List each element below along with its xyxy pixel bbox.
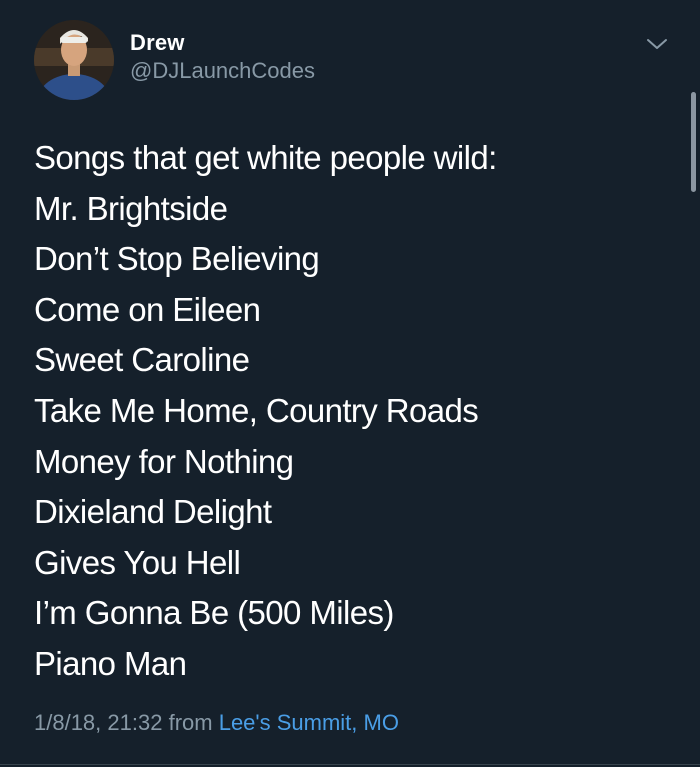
chevron-down-icon[interactable] <box>645 36 669 52</box>
tweet-line: Piano Man <box>34 644 187 682</box>
author-handle[interactable]: @DJLaunchCodes <box>130 58 315 84</box>
avatar-image <box>34 20 114 100</box>
tweet-line: Mr. Brightside <box>34 189 228 227</box>
tweet-line: Dixieland Delight <box>34 493 272 531</box>
location-link[interactable]: Lee's Summit, MO <box>219 710 399 735</box>
tweet-line: Don’t Stop Believing <box>34 240 320 278</box>
tweet-line: Sweet Caroline <box>34 341 250 379</box>
tweet: Drew @DJLaunchCodes Songs that get white… <box>0 0 700 767</box>
tweet-line-heading: Songs that get white people wild: <box>34 139 497 176</box>
scrollbar[interactable] <box>691 92 696 192</box>
tweet-line: Come on Eileen <box>34 290 261 328</box>
tweet-meta: 1/8/18, 21:32 from Lee's Summit, MO <box>34 710 399 736</box>
tweet-line: Gives You Hell <box>34 543 241 581</box>
avatar[interactable] <box>34 20 114 100</box>
tweet-text: Songs that get white people wild: Mr. Br… <box>34 133 674 690</box>
divider <box>0 764 700 765</box>
tweet-line: I’m Gonna Be (500 Miles) <box>34 594 394 632</box>
tweet-line: Take Me Home, Country Roads <box>34 391 479 429</box>
tweet-line: Money for Nothing <box>34 442 294 480</box>
timestamp[interactable]: 1/8/18, 21:32 <box>34 710 162 735</box>
author-display-name[interactable]: Drew <box>130 30 185 56</box>
from-label: from <box>168 710 213 735</box>
